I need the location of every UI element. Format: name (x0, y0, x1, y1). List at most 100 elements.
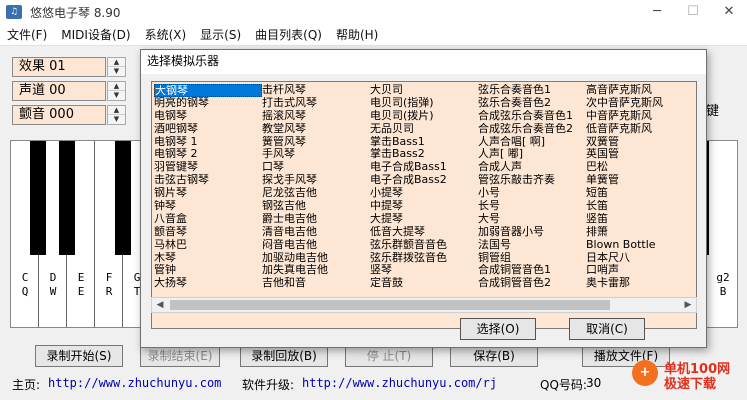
channel-spinner[interactable]: ▲ ▼ (107, 81, 126, 101)
instrument-item[interactable]: 小号 (478, 187, 586, 200)
instrument-item[interactable]: 探戈手风琴 (262, 174, 370, 187)
instrument-item[interactable]: 法国号 (478, 239, 586, 252)
effect-spinner[interactable]: ▲ ▼ (107, 57, 126, 77)
instrument-item[interactable]: 钢片琴 (154, 187, 262, 200)
instrument-item[interactable]: 弦乐群颤音音色 (370, 239, 478, 252)
instrument-item[interactable]: 吉他和音 (262, 277, 370, 290)
menu-system[interactable]: 系统(X) (138, 26, 194, 43)
instrument-item[interactable]: 击杆风琴 (262, 84, 370, 97)
instrument-item[interactable]: 管钟 (154, 264, 262, 277)
instrument-item[interactable]: 长笛 (586, 200, 694, 213)
instrument-item[interactable]: 电钢琴 1 (154, 136, 262, 149)
instrument-item[interactable]: 木琴 (154, 252, 262, 265)
spin-up-icon[interactable]: ▲ (108, 106, 125, 115)
instrument-item[interactable]: 低音大提琴 (370, 226, 478, 239)
menu-display[interactable]: 显示(S) (193, 26, 248, 43)
instrument-item[interactable]: Blown Bottle (586, 239, 694, 252)
instrument-item[interactable]: 钟琴 (154, 200, 262, 213)
instrument-item[interactable]: 马林巴 (154, 239, 262, 252)
instrument-item[interactable]: 合成铜管音色1 (478, 264, 586, 277)
instrument-item[interactable]: 合成弦乐合奏音色2 (478, 123, 586, 136)
instrument-item[interactable]: 长号 (478, 200, 586, 213)
record-start-button[interactable]: 录制开始(S) (35, 345, 123, 367)
instrument-item[interactable]: 电贝司(指弹) (370, 97, 478, 110)
menu-song-list[interactable]: 曲目列表(Q) (248, 26, 329, 43)
instrument-item[interactable]: 高音萨克斯风 (586, 84, 694, 97)
instrument-item[interactable]: 双簧管 (586, 136, 694, 149)
record-stop-button[interactable]: 录制结束(E) (140, 345, 220, 367)
instrument-item[interactable]: 大号 (478, 213, 586, 226)
cancel-button[interactable]: 取消(C) (569, 318, 645, 340)
instrument-item[interactable]: 小提琴 (370, 187, 478, 200)
instrument-item[interactable]: 低音萨克斯风 (586, 123, 694, 136)
instrument-item[interactable]: 次中音萨克斯风 (586, 97, 694, 110)
effect-field[interactable]: 效果 01 (12, 57, 106, 77)
instrument-item[interactable]: 英国管 (586, 148, 694, 161)
instrument-item[interactable]: 日本尺八 (586, 252, 694, 265)
instrument-item[interactable]: 加驱动电吉他 (262, 252, 370, 265)
instrument-item[interactable]: 短笛 (586, 187, 694, 200)
instrument-item[interactable]: 酒吧钢琴 (154, 123, 262, 136)
instrument-list[interactable]: 大钢琴 明亮的钢琴 电钢琴 酒吧钢琴 电钢琴 1 电钢琴 2 羽管键琴 击弦古钢琴 钢片琴 钟琴八… (151, 81, 697, 329)
piano-black-key[interactable] (59, 141, 75, 255)
instrument-item[interactable]: 掌击Bass1 (370, 136, 478, 149)
spin-up-icon[interactable]: ▲ (108, 58, 125, 67)
instrument-item[interactable]: 爵士电吉他 (262, 213, 370, 226)
instrument-item[interactable]: 人声[ 嘟] (478, 148, 586, 161)
instrument-item[interactable]: 定音鼓 (370, 277, 478, 290)
instrument-item[interactable]: 口琴 (262, 161, 370, 174)
piano-black-key[interactable] (30, 141, 46, 255)
instrument-item[interactable]: 明亮的钢琴 (154, 97, 262, 110)
instrument-item[interactable]: 尼龙弦吉他 (262, 187, 370, 200)
instrument-item[interactable]: 合成人声 (478, 161, 586, 174)
stop-button[interactable]: 停 止(T) (345, 345, 433, 367)
instrument-item[interactable]: 加失真电吉他 (262, 264, 370, 277)
instrument-item[interactable]: 排箫 (586, 226, 694, 239)
record-playback-button[interactable]: 录制回放(B) (240, 345, 328, 367)
instrument-item[interactable]: 电钢琴 2 (154, 148, 262, 161)
instrument-item[interactable]: 合成铜管音色2 (478, 277, 586, 290)
minimize-icon[interactable]: ─ (639, 0, 675, 24)
piano-black-key[interactable] (115, 141, 131, 255)
instrument-item[interactable]: 大贝司 (370, 84, 478, 97)
instrument-item[interactable]: 电子合成Bass1 (370, 161, 478, 174)
instrument-item[interactable]: 竖琴 (370, 264, 478, 277)
instrument-item[interactable]: 奥卡雷那 (586, 277, 694, 290)
instrument-item[interactable]: 钢弦吉他 (262, 200, 370, 213)
instrument-item[interactable]: 大钢琴 (154, 84, 262, 97)
instrument-item[interactable]: 电子合成Bass2 (370, 174, 478, 187)
maximize-icon[interactable]: ☐ (675, 0, 711, 24)
instrument-item[interactable]: 加弱音器小号 (478, 226, 586, 239)
vibrato-field[interactable]: 颤音 000 (12, 105, 106, 125)
instrument-item[interactable]: 八音盒 (154, 213, 262, 226)
instrument-item[interactable]: 大提琴 (370, 213, 478, 226)
instrument-item[interactable]: 竖笛 (586, 213, 694, 226)
instrument-item[interactable]: 打击式风琴 (262, 97, 370, 110)
instrument-item[interactable]: 管弦乐敲击齐奏 (478, 174, 586, 187)
instrument-item[interactable]: 无品贝司 (370, 123, 478, 136)
upgrade-link[interactable]: http://www.zhuchunyu.com/rj (302, 376, 497, 390)
close-icon[interactable]: ✕ (711, 0, 747, 24)
instrument-item[interactable]: 掌击Bass2 (370, 148, 478, 161)
instrument-item[interactable]: 弦乐群拨弦音色 (370, 252, 478, 265)
spin-up-icon[interactable]: ▲ (108, 82, 125, 91)
vibrato-spinner[interactable]: ▲ ▼ (107, 105, 126, 125)
instrument-item[interactable]: 击弦古钢琴 (154, 174, 262, 187)
scroll-left-icon[interactable]: ◀ (152, 298, 168, 312)
instrument-item[interactable]: 教堂风琴 (262, 123, 370, 136)
instrument-item[interactable]: 弦乐合奏音色2 (478, 97, 586, 110)
menu-help[interactable]: 帮助(H) (329, 26, 385, 43)
instrument-item[interactable]: 弦乐合奏音色1 (478, 84, 586, 97)
instrument-item[interactable]: 手风琴 (262, 148, 370, 161)
menu-midi-device[interactable]: MIDI设备(D) (54, 26, 137, 43)
channel-field[interactable]: 声道 00 (12, 81, 106, 101)
instrument-item[interactable]: 口哨声 (586, 264, 694, 277)
spin-down-icon[interactable]: ▼ (108, 67, 125, 76)
instrument-item[interactable]: 颤音琴 (154, 226, 262, 239)
instrument-item[interactable]: 大扬琴 (154, 277, 262, 290)
homepage-link[interactable]: http://www.zhuchunyu.com (48, 376, 221, 390)
select-button[interactable]: 选择(O) (460, 318, 536, 340)
instrument-item[interactable]: 摇滚风琴 (262, 110, 370, 123)
instrument-item[interactable]: 人声合唱[ 啊] (478, 136, 586, 149)
instrument-item[interactable]: 铜管组 (478, 252, 586, 265)
